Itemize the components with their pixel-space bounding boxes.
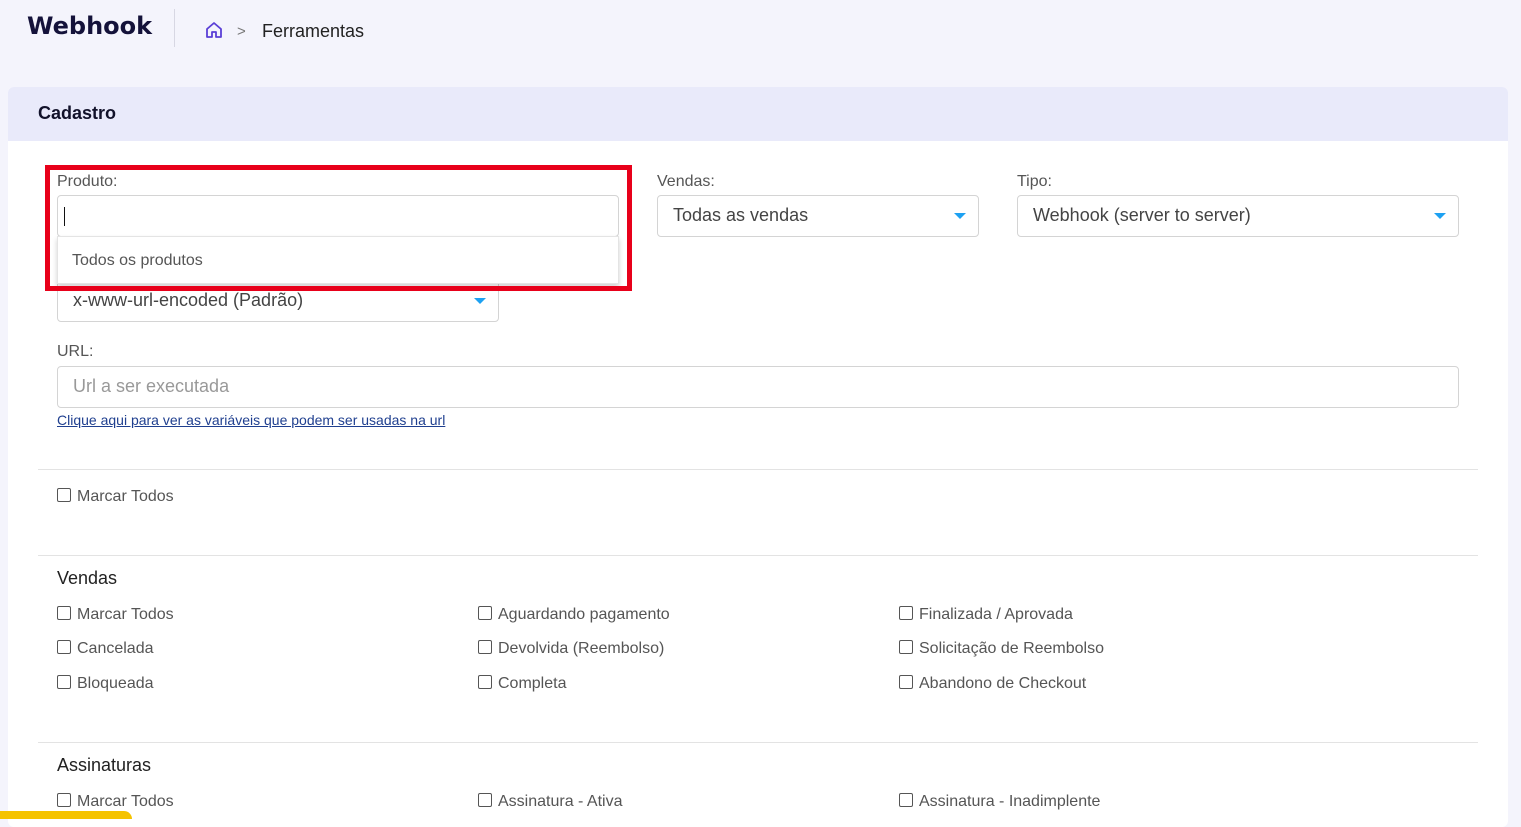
marcar-todos-global-checkbox[interactable]: Marcar Todos: [57, 488, 174, 506]
text-cursor: [64, 207, 65, 226]
vendas-checkbox[interactable]: Abandono de Checkout: [899, 675, 1086, 693]
checkbox-box[interactable]: [57, 488, 71, 502]
checkbox-label: Assinatura - Ativa: [498, 793, 623, 810]
formato-select-value: x-www-url-encoded (Padrão): [73, 290, 304, 310]
top-bar: Webhook > Ferramentas: [0, 0, 1521, 62]
checkbox-box[interactable]: [478, 640, 492, 654]
checkbox-label: Finalizada / Aprovada: [919, 606, 1073, 623]
checkbox-label: Assinatura - Inadimplente: [919, 793, 1101, 810]
checkbox-label: Bloqueada: [77, 675, 154, 692]
cadastro-card: Cadastro Produto: Vendas: Todas as venda…: [8, 87, 1508, 827]
checkbox-box[interactable]: [57, 640, 71, 654]
checkbox-box[interactable]: [478, 793, 492, 807]
formato-select[interactable]: x-www-url-encoded (Padrão): [57, 280, 499, 322]
checkbox-box[interactable]: [57, 606, 71, 620]
caret-down-icon: [474, 298, 486, 304]
assinaturas-checkbox[interactable]: Marcar Todos: [57, 793, 174, 811]
breadcrumb-separator: >: [237, 23, 246, 40]
vendas-checkbox[interactable]: Cancelada: [57, 640, 154, 658]
divider: [38, 742, 1478, 743]
produto-dropdown-option[interactable]: Todos os produtos: [57, 236, 619, 284]
vendas-checkbox[interactable]: Completa: [478, 675, 566, 693]
vendas-checkbox[interactable]: Finalizada / Aprovada: [899, 606, 1073, 624]
card-title: Cadastro: [8, 87, 1508, 141]
divider: [38, 555, 1478, 556]
url-label: URL:: [57, 343, 94, 360]
produto-label: Produto:: [57, 173, 118, 190]
checkbox-box[interactable]: [478, 606, 492, 620]
checkbox-label: Cancelada: [77, 640, 154, 657]
vendas-checkbox[interactable]: Bloqueada: [57, 675, 154, 693]
vendas-section-title: Vendas: [57, 568, 118, 588]
checkbox-label: Marcar Todos: [77, 606, 174, 623]
url-variables-link[interactable]: Clique aqui para ver as variáveis que po…: [57, 412, 445, 428]
produto-input[interactable]: [57, 195, 619, 237]
vendas-select-value: Todas as vendas: [673, 205, 809, 225]
checkbox-box[interactable]: [57, 793, 71, 807]
checkbox-label: Aguardando pagamento: [498, 606, 670, 623]
vendas-select[interactable]: Todas as vendas: [657, 195, 979, 237]
vendas-checkbox[interactable]: Aguardando pagamento: [478, 606, 670, 624]
breadcrumb-current: Ferramentas: [262, 21, 365, 41]
topbar-divider: [174, 9, 175, 47]
tipo-label: Tipo:: [1017, 173, 1052, 190]
checkbox-box[interactable]: [899, 793, 913, 807]
caret-down-icon: [1434, 213, 1446, 219]
caret-down-icon: [954, 213, 966, 219]
checkbox-box[interactable]: [899, 640, 913, 654]
checkbox-box[interactable]: [899, 675, 913, 689]
vendas-label: Vendas:: [657, 173, 715, 190]
url-placeholder: Url a ser executada: [73, 376, 230, 396]
chat-widget-tab[interactable]: [0, 811, 132, 819]
checkbox-box[interactable]: [899, 606, 913, 620]
vendas-checkbox[interactable]: Solicitação de Reembolso: [899, 640, 1104, 658]
checkbox-label: Devolvida (Reembolso): [498, 640, 665, 657]
home-icon[interactable]: [205, 21, 223, 39]
app-title: Webhook: [27, 12, 153, 40]
url-input[interactable]: Url a ser executada: [57, 366, 1459, 408]
checkbox-box[interactable]: [478, 675, 492, 689]
vendas-checkbox[interactable]: Devolvida (Reembolso): [478, 640, 664, 658]
tipo-select[interactable]: Webhook (server to server): [1017, 195, 1459, 237]
tipo-select-value: Webhook (server to server): [1033, 205, 1251, 225]
checkbox-box[interactable]: [57, 675, 71, 689]
checkbox-label: Completa: [498, 675, 567, 692]
checkbox-label: Marcar Todos: [77, 488, 174, 505]
checkbox-label: Solicitação de Reembolso: [919, 640, 1104, 657]
assinaturas-checkbox[interactable]: Assinatura - Ativa: [478, 793, 623, 811]
checkbox-label: Abandono de Checkout: [919, 675, 1087, 692]
divider: [38, 469, 1478, 470]
assinaturas-section-title: Assinaturas: [57, 755, 152, 775]
checkbox-label: Marcar Todos: [77, 793, 174, 810]
vendas-checkbox[interactable]: Marcar Todos: [57, 606, 174, 624]
assinaturas-checkbox[interactable]: Assinatura - Inadimplente: [899, 793, 1100, 811]
